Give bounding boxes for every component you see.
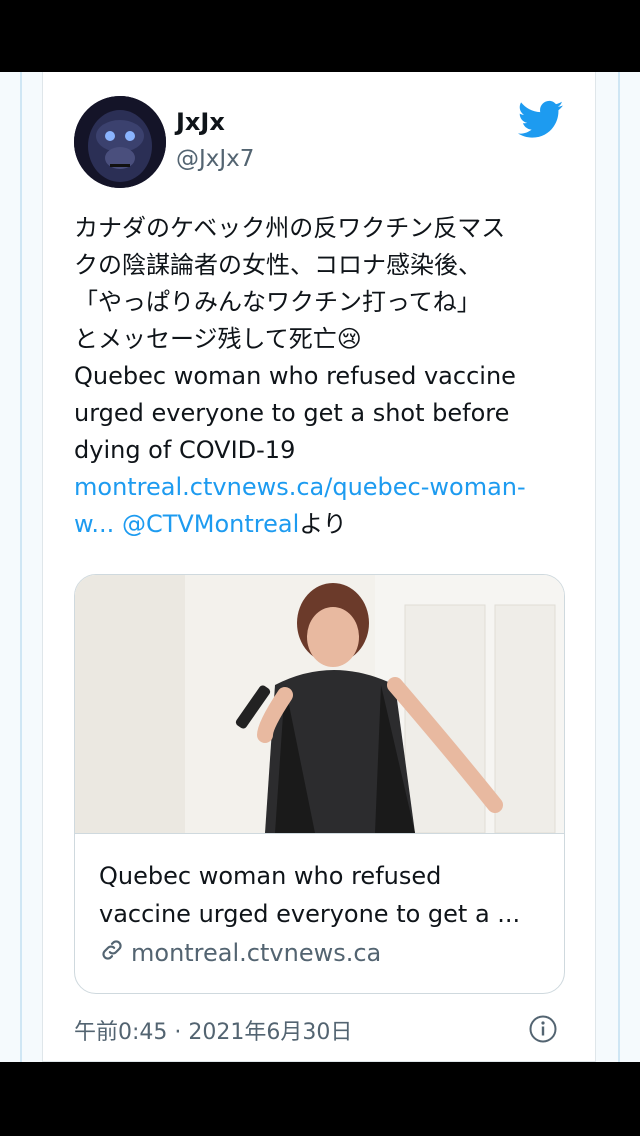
- preview-title-line: vaccine urged everyone to get a ...: [99, 900, 521, 928]
- user-handle[interactable]: @JxJx7: [176, 146, 254, 172]
- tweet-text-line: 「やっぱりみんなワクチン打ってね」: [74, 288, 481, 316]
- article-link[interactable]: montreal.ctvnews.ca/quebec-woman-: [74, 473, 526, 501]
- preview-domain[interactable]: montreal.ctvnews.ca: [99, 937, 381, 969]
- right-rail: [618, 72, 620, 1062]
- info-icon[interactable]: [528, 1014, 558, 1044]
- tweet-text-line: とメッセージ残して死亡😢: [74, 325, 362, 353]
- tweet-text-line: クの陰謀論者の女性、コロナ感染後、: [74, 251, 482, 279]
- left-rail: [20, 72, 22, 1062]
- tweet-timestamp[interactable]: 午前0:45 · 2021年6月30日: [74, 1014, 352, 1046]
- link-preview-card[interactable]: Quebec woman who refused vaccine urged e…: [74, 574, 565, 994]
- avatar[interactable]: [74, 96, 166, 188]
- mention-link[interactable]: @CTVMontreal: [122, 510, 299, 538]
- preview-divider: [75, 833, 564, 834]
- tweet-text: カナダのケベック州の反ワクチン反マス クの陰謀論者の女性、コロナ感染後、 「やっ…: [74, 210, 564, 543]
- preview-title-line: Quebec woman who refused: [99, 862, 442, 890]
- preview-image[interactable]: [75, 575, 564, 833]
- display-name[interactable]: JxJx: [176, 108, 225, 136]
- preview-domain-text: montreal.ctvnews.ca: [131, 939, 382, 967]
- twitter-bird-icon[interactable]: [518, 100, 564, 140]
- link-icon: [99, 937, 125, 969]
- tweet-text-line: urged everyone to get a shot before: [74, 399, 510, 427]
- preview-title[interactable]: Quebec woman who refused vaccine urged e…: [99, 857, 549, 933]
- tweet-text-line: dying of COVID-19: [74, 436, 296, 464]
- mention-suffix: より: [299, 510, 347, 538]
- tweet-text-line: カナダのケベック州の反ワクチン反マス: [74, 214, 506, 242]
- article-link-continued[interactable]: w...: [74, 510, 114, 538]
- tweet-text-line: Quebec woman who refused vaccine: [74, 362, 516, 390]
